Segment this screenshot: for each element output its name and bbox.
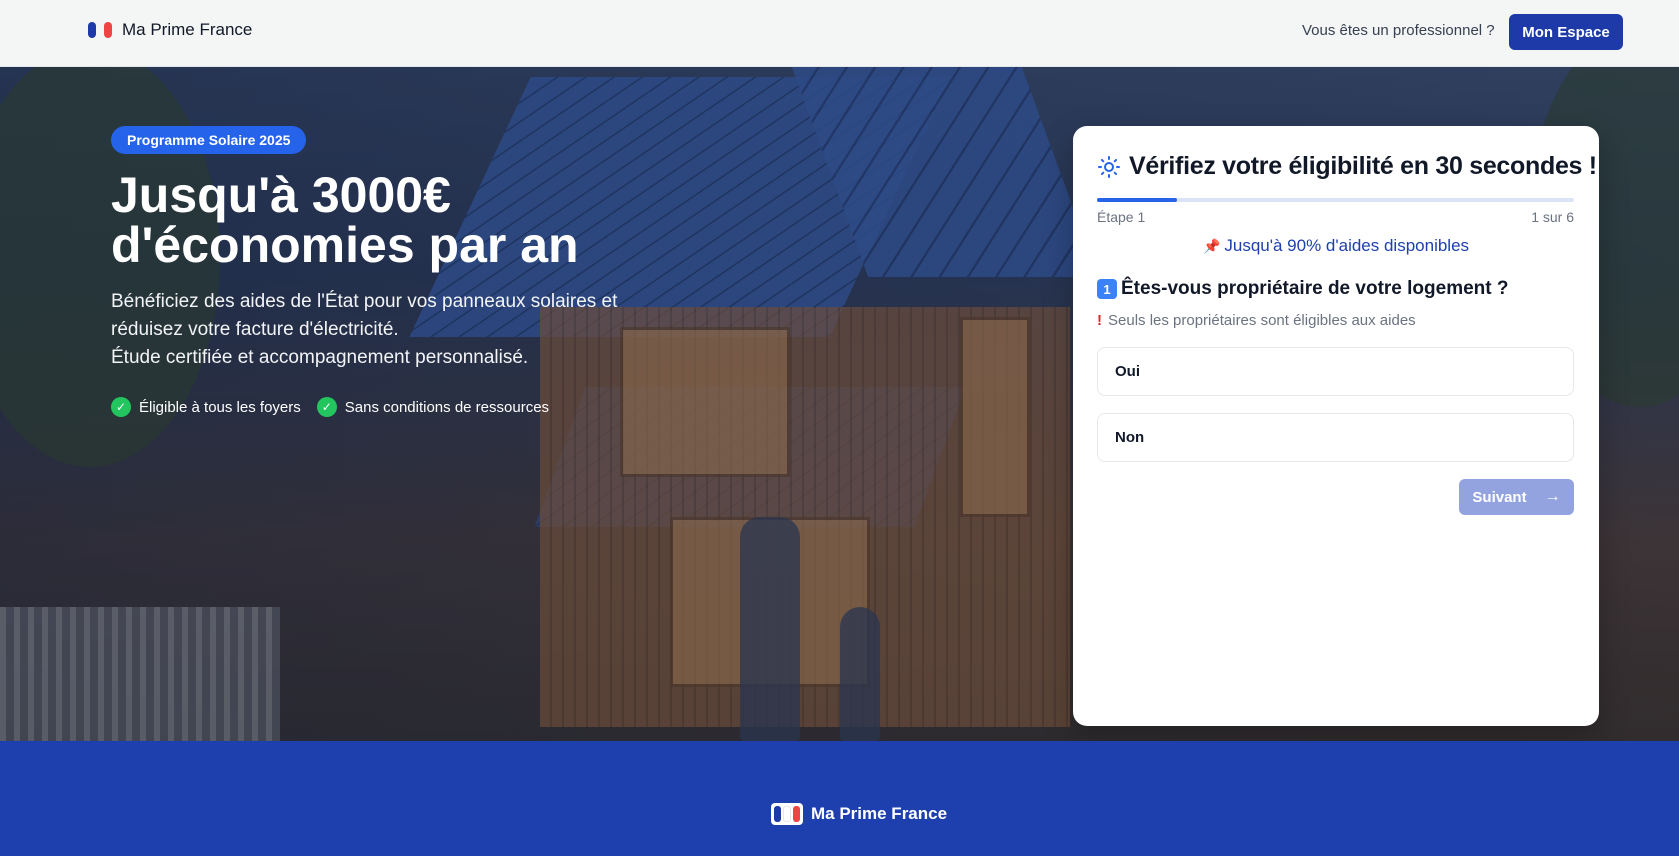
mon-espace-button[interactable]: Mon Espace xyxy=(1509,14,1623,50)
check-icon: ✓ xyxy=(111,397,131,417)
form-title-text: Vérifiez votre éligibilité en 30 seconde… xyxy=(1129,152,1597,180)
question-title: 1 Êtes-vous propriétaire de votre logeme… xyxy=(1097,278,1508,300)
hero-title-line-2: d'économies par an xyxy=(111,217,579,273)
option-non[interactable]: Non xyxy=(1097,413,1574,462)
number-1-icon: 1 xyxy=(1097,279,1117,299)
flag-icon xyxy=(88,22,112,38)
step-count: 1 sur 6 xyxy=(1531,209,1574,225)
flag-icon xyxy=(771,803,803,825)
next-button-label: Suivant xyxy=(1472,488,1527,506)
hero-title-line-1: Jusqu'à 3000€ xyxy=(111,167,451,223)
step-label: Étape 1 xyxy=(1097,209,1146,225)
program-badge: Programme Solaire 2025 xyxy=(111,126,307,154)
form-title: Vérifiez votre éligibilité en 30 seconde… xyxy=(1097,152,1597,181)
aid-text: Jusqu'à 90% d'aides disponibles xyxy=(1224,236,1470,255)
benefit-item: ✓ Éligible à tous les foyers xyxy=(111,397,301,417)
professional-link[interactable]: Vous êtes un professionnel ? xyxy=(1302,22,1495,39)
footer-brand-name: Ma Prime France xyxy=(811,804,948,823)
benefit-checks: ✓ Éligible à tous les foyers ✓ Sans cond… xyxy=(111,397,549,417)
next-button[interactable]: Suivant → xyxy=(1459,479,1574,515)
arrow-right-icon: → xyxy=(1544,488,1561,505)
eligibility-form-card: Vérifiez votre éligibilité en 30 seconde… xyxy=(1073,126,1599,726)
top-header: Ma Prime France Vous êtes un professionn… xyxy=(0,0,1679,67)
warning-text: Seuls les propriétaires sont éligibles a… xyxy=(1108,312,1416,329)
hero-subtitle-line-1: Bénéficiez des aides de l'État pour vos … xyxy=(111,291,618,312)
progress-bar-fill xyxy=(1097,198,1177,202)
eligibility-warning: ! Seuls les propriétaires sont éligibles… xyxy=(1097,312,1416,329)
option-oui[interactable]: Oui xyxy=(1097,347,1574,396)
hero-subtitle: Bénéficiez des aides de l'État pour vos … xyxy=(111,288,671,372)
brand-name: Ma Prime France xyxy=(122,20,253,39)
footer-brand[interactable]: Ma Prime France xyxy=(771,803,947,825)
exclamation-icon: ! xyxy=(1097,312,1102,329)
brand-logo[interactable]: Ma Prime France xyxy=(88,20,252,40)
aid-highlight: 📌 Jusqu'à 90% d'aides disponibles xyxy=(1073,236,1599,256)
progress-bar xyxy=(1097,198,1574,202)
benefit-label: Sans conditions de ressources xyxy=(344,398,550,416)
footer: Ma Prime France xyxy=(0,741,1679,856)
pin-icon: 📌 xyxy=(1202,238,1221,254)
benefit-label: Éligible à tous les foyers xyxy=(139,398,301,416)
hero-subtitle-line-3: Étude certifiée et accompagnement person… xyxy=(111,347,529,368)
benefit-item: ✓ Sans conditions de ressources xyxy=(316,397,550,417)
sun-icon xyxy=(1098,155,1120,178)
hero-subtitle-line-2: réduisez votre facture d'électricité. xyxy=(111,319,399,340)
check-icon: ✓ xyxy=(316,397,337,417)
hero-title: Jusqu'à 3000€ d'économies par an xyxy=(111,170,731,270)
question-text: Êtes-vous propriétaire de votre logement… xyxy=(1121,278,1509,299)
